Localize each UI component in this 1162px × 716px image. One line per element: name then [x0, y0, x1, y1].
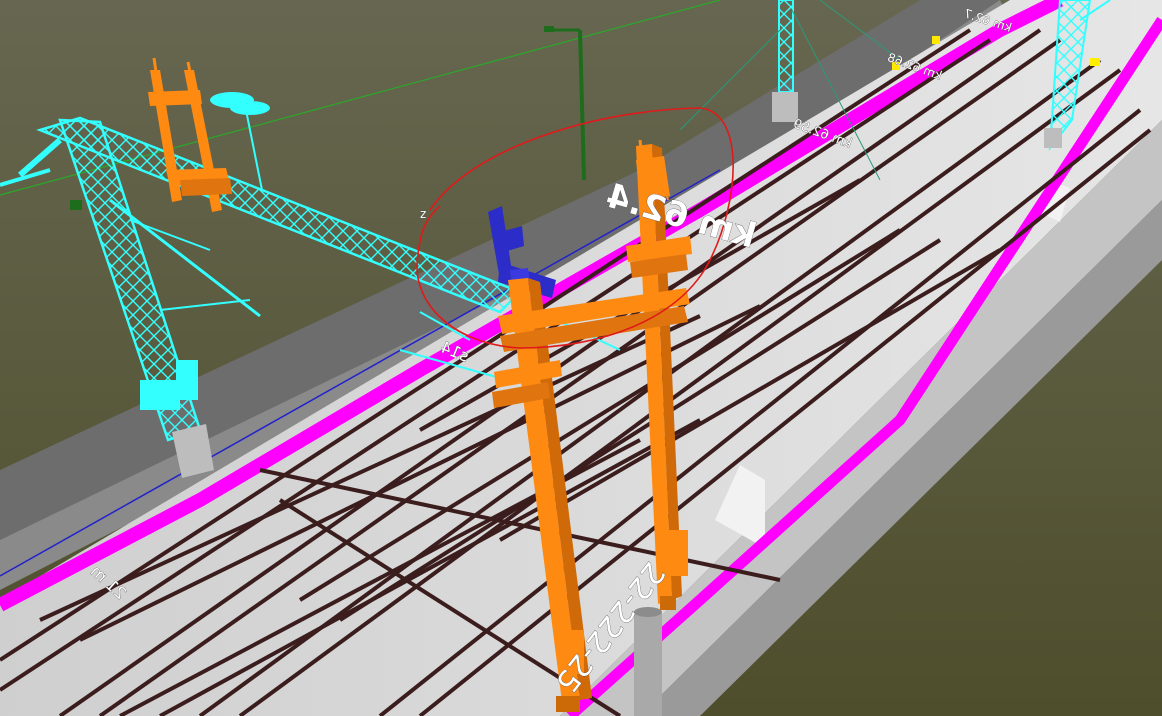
3d-viewport[interactable]: km 62.4 km 62.59 km 62.68 km 62.7 22-222… [0, 0, 1162, 716]
support-pier [634, 612, 662, 716]
marker-1 [932, 36, 940, 44]
tag-right-label: z [420, 207, 426, 221]
railway-bridge-scene[interactable]: km 62.4 km 62.59 km 62.68 km 62.7 22-222… [0, 0, 1162, 716]
